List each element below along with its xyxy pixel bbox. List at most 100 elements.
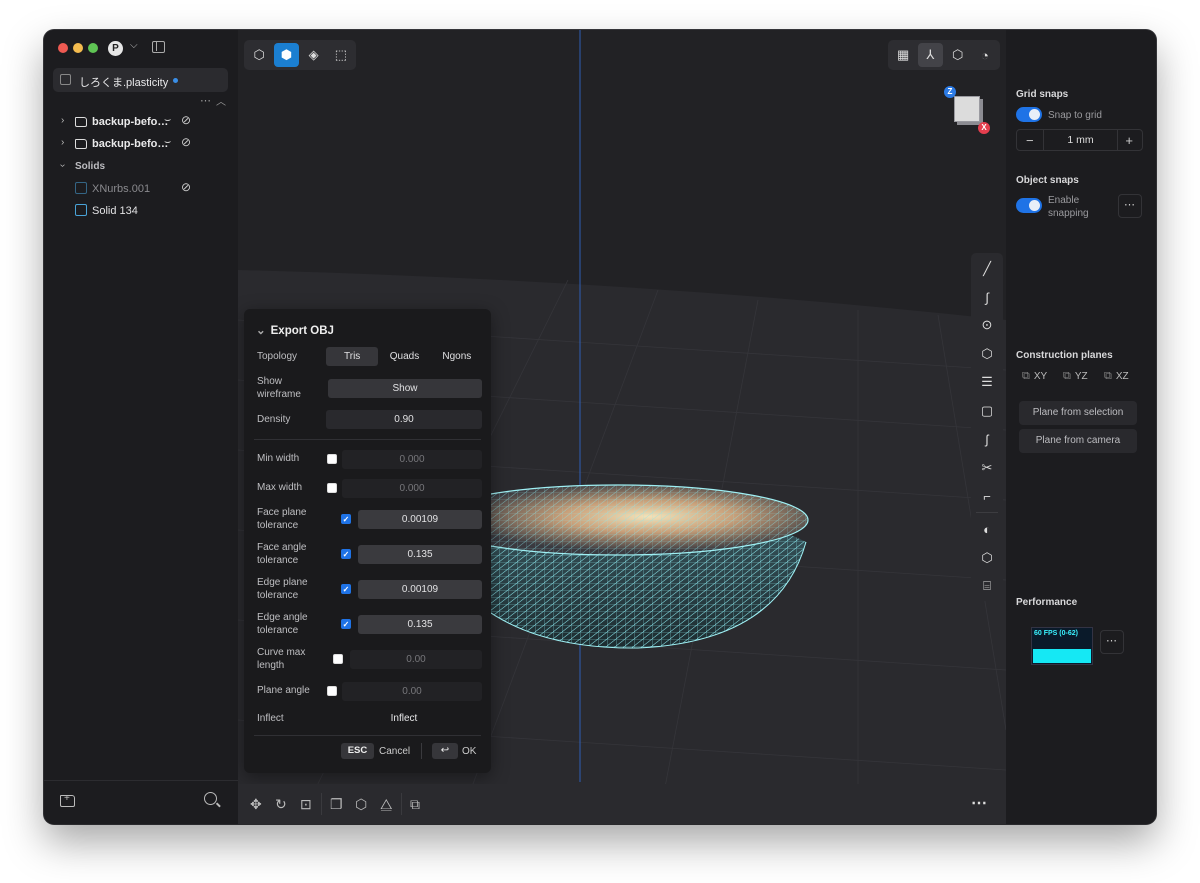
duplicate-icon[interactable]: ❐ [330, 796, 343, 813]
view-cube-x-axis[interactable]: X [978, 122, 990, 134]
max-width-field[interactable]: 0.000 [342, 479, 482, 498]
curve-max-length-field[interactable]: 0.00 [350, 650, 482, 669]
face-angle-tolerance-checkbox[interactable]: ✓ [341, 549, 351, 559]
max-width-checkbox[interactable] [327, 483, 337, 493]
edge-plane-tolerance-field[interactable]: 0.00109 [358, 580, 482, 599]
curve-max-length-checkbox[interactable] [333, 654, 343, 664]
extrude-icon[interactable]: ⬡ [355, 796, 367, 813]
chevron-down-icon[interactable]: ⌵ [130, 40, 138, 51]
edge-plane-tolerance-checkbox[interactable]: ✓ [341, 584, 351, 594]
box-tool-icon[interactable]: ⬡ [977, 548, 997, 568]
ok-button[interactable]: OK [462, 746, 476, 757]
hidden-eye-icon[interactable]: ⌣ [164, 114, 171, 127]
enable-snapping-toggle[interactable] [1016, 198, 1042, 213]
file-tab[interactable]: しろくま.plasticity [53, 68, 228, 92]
sidebar-toggle-icon[interactable] [152, 41, 165, 53]
cylinder-tool-icon[interactable]: ☰ [977, 372, 997, 392]
axes-icon[interactable]: ⅄ [918, 43, 943, 67]
face-angle-tolerance-field[interactable]: 0.135 [358, 545, 482, 564]
3d-viewport[interactable]: ⬡ ⬢ ◈ ⬚ ▦ ⅄ ⬡ ◔ Z X ╱ ∫ ⊙ ⬡ ☰ ▢ ʃ ✂ ⌐ ◐ … [238, 30, 1006, 824]
increment-button[interactable]: + [1125, 133, 1133, 148]
plane-from-selection-button[interactable]: Plane from selection [1019, 401, 1137, 425]
decrement-button[interactable]: − [1026, 133, 1034, 148]
snap-to-grid-toggle[interactable] [1016, 107, 1042, 122]
view-cube-z-axis[interactable]: Z [944, 86, 956, 98]
cancel-button[interactable]: Cancel [379, 746, 410, 757]
unselectable-icon[interactable]: ⊘ [181, 135, 191, 149]
view-cube[interactable] [954, 96, 980, 122]
grid-icon[interactable]: ▦ [891, 43, 915, 67]
min-width-checkbox[interactable] [327, 454, 337, 464]
topology-option-quads[interactable]: Quads [378, 347, 430, 366]
rotate-icon[interactable]: ↻ [275, 796, 287, 813]
sphere-tool-icon[interactable]: ◐ [977, 519, 997, 539]
more-options-button[interactable]: ⋯ [971, 793, 988, 813]
face-plane-tolerance-checkbox[interactable]: ✓ [341, 514, 351, 524]
minimize-window-button[interactable] [73, 43, 83, 53]
close-window-button[interactable] [58, 43, 68, 53]
chevron-right-icon[interactable]: › [61, 115, 64, 126]
tree-item-xnurbs[interactable]: XNurbs.001 ⊘ [44, 179, 238, 199]
inflect-button[interactable]: Inflect [326, 709, 482, 728]
chevron-down-icon[interactable]: › [57, 164, 68, 167]
zoom-to-selection-icon[interactable] [204, 792, 217, 805]
chevron-right-icon[interactable]: › [61, 137, 64, 148]
xray-cube-icon[interactable]: ⬡ [946, 43, 970, 67]
move-icon[interactable]: ✥ [250, 796, 262, 813]
render-mode-icon[interactable]: ◔ [973, 43, 997, 67]
unselectable-icon[interactable]: ⊘ [181, 113, 191, 127]
collapse-chevron-icon[interactable]: ︿ [216, 93, 226, 108]
plane-xz-button[interactable]: ⧉ XZ [1104, 370, 1129, 383]
export-obj-dialog: ⌄ Export OBJ Topology Tris Quads Ngons Sh… [244, 309, 491, 773]
tree-group-solids[interactable]: › Solids [44, 157, 238, 177]
plane-from-camera-button[interactable]: Plane from camera [1019, 429, 1137, 453]
vertex-select-icon[interactable]: ⬡ [247, 43, 271, 67]
plane-icon: ⧉ [1063, 370, 1071, 382]
mirror-icon[interactable]: ⧋ [380, 796, 393, 813]
spiral-tool-icon[interactable]: ʃ [977, 429, 997, 449]
tree-options-button[interactable]: ⋯ [200, 94, 212, 107]
boolean-icon[interactable]: ⧉ [410, 796, 420, 813]
unselectable-icon[interactable]: ⊘ [181, 180, 191, 194]
object-snaps-more-button[interactable]: ⋯ [1118, 194, 1142, 218]
avatar[interactable]: P [108, 41, 123, 56]
tree-item-backup-1[interactable]: › backup-befo… ⌣ ⊘ [44, 112, 238, 132]
face-plane-tolerance-field[interactable]: 0.00109 [358, 510, 482, 529]
curve-tool-icon[interactable]: ∫ [977, 287, 997, 307]
polygon-tool-icon[interactable]: ⬡ [977, 344, 997, 364]
hidden-eye-icon[interactable]: ⌣ [164, 136, 171, 149]
fillet-tool-icon[interactable]: ⌐ [977, 486, 997, 506]
show-wireframe-button[interactable]: Show [328, 379, 482, 398]
plane-angle-checkbox[interactable] [327, 686, 337, 696]
cylinder-solid-icon[interactable]: ⌸ [977, 576, 997, 596]
line-tool-icon[interactable]: ╱ [977, 259, 997, 279]
plane-angle-field[interactable]: 0.00 [342, 682, 482, 701]
zoom-window-button[interactable] [88, 43, 98, 53]
tree-item-solid-134[interactable]: Solid 134 [44, 201, 238, 221]
topology-option-tris[interactable]: Tris [326, 347, 379, 366]
density-field[interactable]: 0.90 [326, 410, 482, 429]
plane-xy-button[interactable]: ⧉ XY [1022, 370, 1047, 383]
plane-yz-button[interactable]: ⧉ YZ [1063, 370, 1088, 383]
rectangle-tool-icon[interactable]: ▢ [977, 401, 997, 421]
new-folder-icon[interactable] [60, 793, 75, 807]
folder-icon [75, 117, 87, 127]
enter-key-badge[interactable]: ↩ [432, 743, 458, 759]
min-width-field[interactable]: 0.000 [342, 450, 482, 469]
grid-size-value[interactable]: 1 mm [1043, 130, 1118, 150]
circle-tool-icon[interactable]: ⊙ [977, 315, 997, 335]
edge-angle-tolerance-field[interactable]: 0.135 [358, 615, 482, 634]
fps-graph [1033, 649, 1091, 663]
topology-option-ngons[interactable]: Ngons [431, 347, 483, 366]
dialog-title[interactable]: ⌄ Export OBJ [256, 323, 334, 337]
edge-select-icon[interactable]: ⬢ [274, 43, 299, 67]
face-select-icon[interactable]: ◈ [302, 43, 326, 67]
solid-select-icon[interactable]: ⬚ [329, 43, 353, 67]
scale-icon[interactable]: ⊡ [300, 796, 312, 813]
cut-tool-icon[interactable]: ✂ [977, 458, 997, 478]
edge-angle-tolerance-checkbox[interactable]: ✓ [341, 619, 351, 629]
object-snaps-title: Object snaps [1016, 175, 1079, 186]
esc-key-badge[interactable]: ESC [341, 743, 374, 759]
performance-more-button[interactable]: ⋯ [1100, 630, 1124, 654]
tree-item-backup-2[interactable]: › backup-befo… ⌣ ⊘ [44, 134, 238, 154]
